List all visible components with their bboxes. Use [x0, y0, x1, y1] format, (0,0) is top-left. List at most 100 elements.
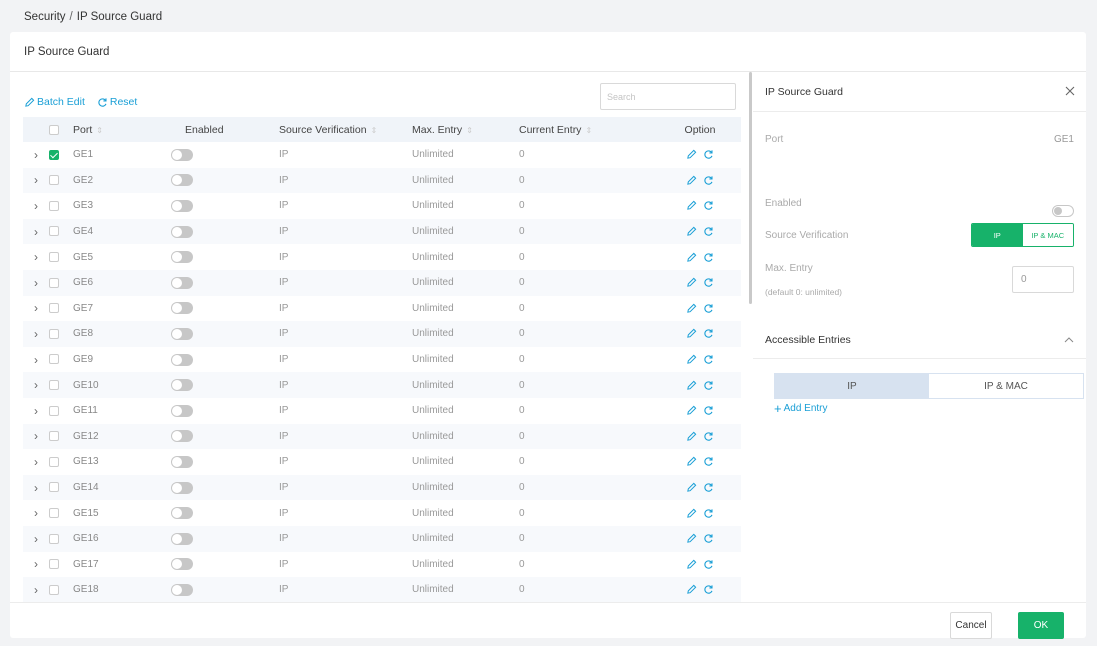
row-checkbox[interactable]: [49, 328, 59, 339]
edit-icon[interactable]: [686, 354, 697, 365]
source-option-ip[interactable]: IP: [972, 224, 1023, 246]
edit-icon[interactable]: [686, 533, 697, 544]
enabled-toggle[interactable]: [171, 148, 193, 161]
refresh-icon[interactable]: [703, 431, 714, 442]
cancel-button[interactable]: Cancel: [950, 612, 992, 639]
chevron-right-icon[interactable]: ›: [34, 481, 38, 495]
chevron-right-icon[interactable]: ›: [34, 583, 38, 597]
refresh-icon[interactable]: [703, 277, 714, 288]
row-checkbox[interactable]: [49, 200, 59, 211]
row-checkbox[interactable]: [49, 533, 59, 544]
chevron-up-icon[interactable]: [1064, 336, 1074, 344]
enabled-toggle[interactable]: [1052, 205, 1074, 217]
enabled-toggle[interactable]: [171, 251, 193, 264]
table-scrollbar[interactable]: [749, 72, 752, 304]
edit-icon[interactable]: [686, 482, 697, 493]
max-entry-input[interactable]: [1012, 266, 1074, 293]
refresh-icon[interactable]: [703, 200, 714, 211]
enabled-toggle[interactable]: [171, 558, 193, 571]
row-checkbox[interactable]: [49, 354, 59, 365]
chevron-right-icon[interactable]: ›: [34, 225, 38, 239]
row-checkbox[interactable]: [49, 149, 59, 160]
enabled-toggle[interactable]: [171, 174, 193, 187]
tab-ip[interactable]: IP: [775, 374, 929, 398]
enabled-toggle[interactable]: [171, 404, 193, 417]
select-all-checkbox[interactable]: [49, 124, 59, 135]
close-icon[interactable]: [1064, 85, 1076, 97]
reset-button[interactable]: Reset: [97, 96, 137, 108]
refresh-icon[interactable]: [703, 175, 714, 186]
chevron-right-icon[interactable]: ›: [34, 429, 38, 443]
refresh-icon[interactable]: [703, 533, 714, 544]
edit-icon[interactable]: [686, 559, 697, 570]
header-port[interactable]: Port ⇕: [73, 117, 169, 142]
chevron-right-icon[interactable]: ›: [34, 378, 38, 392]
enabled-toggle[interactable]: [171, 302, 193, 315]
search-input[interactable]: [600, 83, 736, 110]
edit-icon[interactable]: [686, 303, 697, 314]
enabled-toggle[interactable]: [171, 507, 193, 520]
refresh-icon[interactable]: [703, 405, 714, 416]
row-checkbox[interactable]: [49, 482, 59, 493]
row-checkbox[interactable]: [49, 175, 59, 186]
chevron-right-icon[interactable]: ›: [34, 557, 38, 571]
chevron-right-icon[interactable]: ›: [34, 404, 38, 418]
edit-icon[interactable]: [686, 328, 697, 339]
row-checkbox[interactable]: [49, 507, 59, 518]
edit-icon[interactable]: [686, 226, 697, 237]
batch-edit-button[interactable]: Batch Edit: [24, 96, 85, 108]
chevron-right-icon[interactable]: ›: [34, 276, 38, 290]
refresh-icon[interactable]: [703, 149, 714, 160]
ok-button[interactable]: OK: [1018, 612, 1064, 639]
edit-icon[interactable]: [686, 380, 697, 391]
refresh-icon[interactable]: [703, 508, 714, 519]
row-checkbox[interactable]: [49, 405, 59, 416]
enabled-toggle[interactable]: [171, 199, 193, 212]
tab-ip-mac[interactable]: IP & MAC: [929, 374, 1083, 398]
breadcrumb-section[interactable]: Security: [24, 11, 66, 23]
source-option-ip-mac[interactable]: IP & MAC: [1022, 224, 1073, 246]
chevron-right-icon[interactable]: ›: [34, 148, 38, 162]
chevron-right-icon[interactable]: ›: [34, 199, 38, 213]
edit-icon[interactable]: [686, 277, 697, 288]
edit-icon[interactable]: [686, 149, 697, 160]
chevron-right-icon[interactable]: ›: [34, 455, 38, 469]
refresh-icon[interactable]: [703, 584, 714, 595]
enabled-toggle[interactable]: [171, 225, 193, 238]
edit-icon[interactable]: [686, 508, 697, 519]
row-checkbox[interactable]: [49, 380, 59, 390]
enabled-toggle[interactable]: [171, 276, 193, 289]
enabled-toggle[interactable]: [171, 379, 193, 392]
edit-icon[interactable]: [686, 405, 697, 416]
header-current-entry[interactable]: Current Entry ⇕: [519, 117, 659, 142]
edit-icon[interactable]: [686, 252, 697, 263]
refresh-icon[interactable]: [703, 354, 714, 365]
sort-icon[interactable]: ⇕: [466, 126, 473, 135]
enabled-toggle[interactable]: [171, 481, 193, 494]
row-checkbox[interactable]: [49, 431, 59, 442]
refresh-icon[interactable]: [703, 328, 714, 339]
enabled-toggle[interactable]: [171, 532, 193, 545]
row-checkbox[interactable]: [49, 559, 59, 570]
row-checkbox[interactable]: [49, 303, 59, 314]
chevron-right-icon[interactable]: ›: [34, 250, 38, 264]
enabled-toggle[interactable]: [171, 353, 193, 366]
edit-icon[interactable]: [686, 584, 697, 595]
chevron-right-icon[interactable]: ›: [34, 506, 38, 520]
row-checkbox[interactable]: [49, 456, 59, 467]
row-checkbox[interactable]: [49, 584, 59, 595]
edit-icon[interactable]: [686, 175, 697, 186]
header-max-entry[interactable]: Max. Entry ⇕: [412, 117, 519, 142]
chevron-right-icon[interactable]: ›: [34, 173, 38, 187]
refresh-icon[interactable]: [703, 559, 714, 570]
sort-icon[interactable]: ⇕: [371, 126, 378, 135]
row-checkbox[interactable]: [49, 252, 59, 263]
row-checkbox[interactable]: [49, 277, 59, 288]
sort-icon[interactable]: ⇕: [585, 126, 592, 135]
chevron-right-icon[interactable]: ›: [34, 301, 38, 315]
refresh-icon[interactable]: [703, 380, 714, 391]
refresh-icon[interactable]: [703, 252, 714, 263]
edit-icon[interactable]: [686, 431, 697, 442]
enabled-toggle[interactable]: [171, 583, 193, 596]
sort-icon[interactable]: ⇕: [96, 126, 103, 135]
